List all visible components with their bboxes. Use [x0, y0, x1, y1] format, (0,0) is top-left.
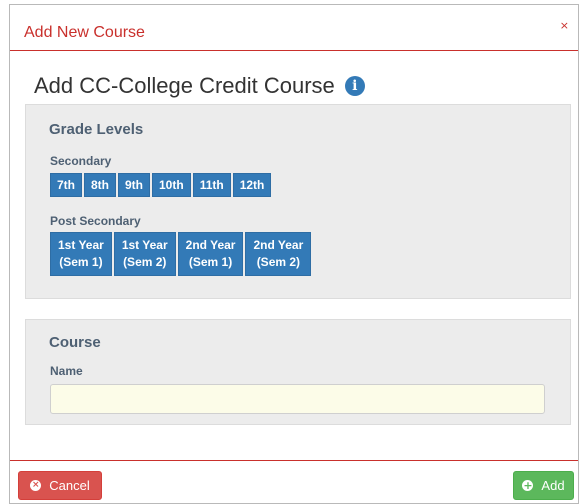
year2-sem1-button[interactable]: 2nd Year (Sem 1) [177, 232, 244, 276]
year2-sem2-line1: 2nd Year [253, 238, 304, 252]
grade-12th-button[interactable]: 12th [232, 173, 272, 197]
year2-sem2-button[interactable]: 2nd Year (Sem 2) [245, 232, 312, 276]
grade-levels-title: Grade Levels [49, 121, 144, 138]
modal-title: Add New Course [24, 24, 145, 41]
cancel-button[interactable]: × Cancel [18, 471, 102, 500]
secondary-label: Secondary [50, 154, 112, 168]
year1-sem2-line1: 1st Year [121, 238, 168, 252]
page-title-row: Add CC-College Credit Course i [34, 73, 365, 99]
year1-sem2-button[interactable]: 1st Year (Sem 2) [113, 232, 176, 276]
info-icon[interactable]: i [344, 76, 365, 96]
add-button[interactable]: + Add [513, 471, 574, 500]
year2-sem2-line2: (Sem 2) [256, 255, 301, 269]
grade-levels-panel: Grade Levels Secondary 7th 8th 9th 10th … [25, 104, 571, 299]
times-circle-icon: × [30, 480, 42, 491]
year1-sem1-line1: 1st Year [58, 238, 104, 252]
year1-sem2-line2: (Sem 2) [123, 255, 167, 269]
cancel-label: Cancel [49, 478, 90, 493]
post-secondary-label: Post Secondary [50, 214, 141, 228]
grade-9th-button[interactable]: 9th [118, 173, 150, 197]
grade-11th-button[interactable]: 11th [192, 173, 231, 197]
modal-header: Add New Course × [10, 5, 578, 51]
year1-sem1-button[interactable]: 1st Year (Sem 1) [50, 232, 112, 276]
course-name-input[interactable] [50, 384, 545, 414]
course-title: Course [49, 334, 101, 351]
plus-glyph: + [523, 479, 533, 492]
year2-sem1-line2: (Sem 1) [188, 255, 233, 269]
grade-8th-button[interactable]: 8th [84, 173, 116, 197]
add-course-modal: Add New Course × Add CC-College Credit C… [9, 4, 579, 504]
grade-7th-button[interactable]: 7th [50, 173, 82, 197]
grade-10th-button[interactable]: 10th [152, 173, 191, 197]
page-title: Add CC-College Credit Course [34, 73, 335, 98]
modal-footer: × Cancel + Add [10, 460, 578, 503]
add-label: Add [541, 478, 565, 493]
year2-sem1-line1: 2nd Year [185, 238, 236, 252]
secondary-buttons: 7th 8th 9th 10th 11th 12th [50, 173, 272, 197]
post-secondary-buttons: 1st Year (Sem 1) 1st Year (Sem 2) 2nd Ye… [50, 232, 312, 276]
close-icon[interactable]: × [560, 19, 569, 32]
year1-sem1-line2: (Sem 1) [59, 255, 103, 269]
course-panel: Course Name [25, 319, 571, 425]
times-glyph: × [31, 480, 40, 490]
plus-circle-icon: + [522, 479, 534, 492]
name-label: Name [50, 364, 83, 378]
